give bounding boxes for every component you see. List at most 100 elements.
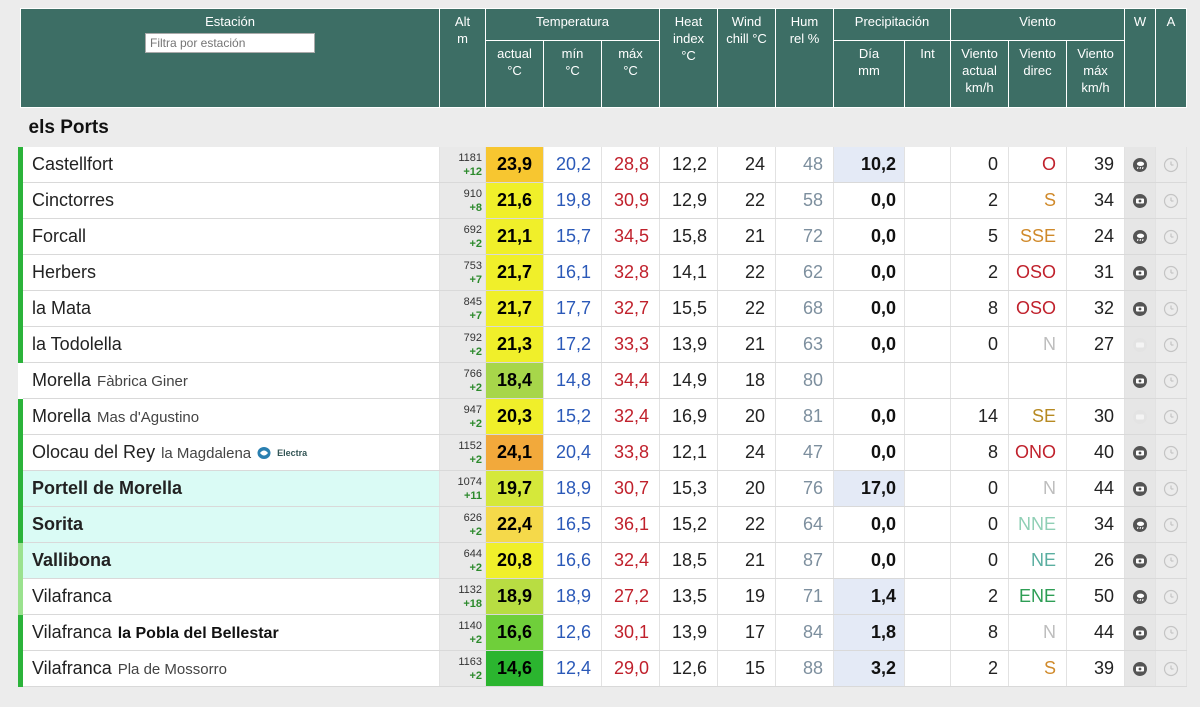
station-name[interactable]: Morella [32,370,91,390]
station-row[interactable]: Sorita 626 +2 22,4 16,5 36,1 15,2 22 64 0,0 0 NNE 34 [18,506,1188,543]
station-row[interactable]: Olocau del Rey la Magdalena Electra 1152 +2 2… [18,434,1188,471]
clock-icon[interactable] [1163,658,1179,678]
station-row[interactable]: Vilafranca la Pobla del Bellestar 1140 +2 16… [18,614,1188,651]
station-row[interactable]: Castellfort 1181 +12 23,9 20,2 28,8 12,2 24 48 10… [18,147,1188,183]
station-name-cell[interactable]: Forcall [18,218,440,255]
station-name-cell[interactable]: Herbers [18,254,440,291]
clock-icon[interactable] [1163,334,1179,354]
webcam-icon[interactable] [1132,658,1148,678]
webcam-cell[interactable] [1124,614,1157,651]
clock-icon[interactable] [1163,622,1179,642]
history-cell[interactable] [1155,614,1188,651]
webcam-cell[interactable] [1124,326,1157,363]
webcam-cell[interactable] [1124,254,1157,291]
station-name[interactable]: Vallibona [32,550,111,570]
station-name[interactable]: Morella [32,406,91,426]
webcam-cell[interactable] [1124,650,1157,687]
clock-icon[interactable] [1163,370,1179,390]
col-wind-chill[interactable]: Wind chill °C [717,8,777,108]
webcam-icon[interactable] [1132,262,1148,282]
station-name[interactable]: Castellfort [32,154,113,174]
station-row[interactable]: Morella Fàbrica Giner 766 +2 18,4 14,8 34,4 14,… [18,362,1188,399]
history-cell[interactable] [1155,506,1188,543]
webcam-cell[interactable] [1124,290,1157,327]
col-heat-index[interactable]: Heat index °C [659,8,719,108]
station-name-cell[interactable]: Portell de Morella [18,470,440,507]
clock-icon[interactable] [1163,586,1179,606]
webcam-cell[interactable] [1124,362,1157,399]
col-t-min[interactable]: mín °C [543,40,602,108]
webcam-cell[interactable] [1124,542,1157,579]
history-cell[interactable] [1155,398,1188,435]
station-name-cell[interactable]: la Todolella [18,326,440,363]
col-t-actual[interactable]: actual °C [485,40,544,108]
station-row[interactable]: Forcall 692 +2 21,1 15,7 34,5 15,8 21 72 0,0 5 SSE 2… [18,218,1188,255]
station-row[interactable]: Portell de Morella 1074 +11 19,7 18,9 30,7 15,… [18,470,1188,507]
station-name-cell[interactable]: Vilafranca la Pobla del Bellestar [18,614,440,651]
webcam-off-icon[interactable] [1132,334,1148,354]
col-p-dia[interactable]: Día mm [833,40,906,108]
clock-icon[interactable] [1163,262,1179,282]
station-row[interactable]: Vilafranca 1132 +18 18,9 18,9 27,2 13,5 19 71 1,4… [18,578,1188,615]
clock-icon[interactable] [1163,154,1179,174]
history-cell[interactable] [1155,542,1188,579]
history-cell[interactable] [1155,434,1188,471]
webcam-icon[interactable] [1132,442,1148,462]
clock-icon[interactable] [1163,442,1179,462]
station-name[interactable]: la Todolella [32,334,122,354]
history-cell[interactable] [1155,578,1188,615]
webcam-icon[interactable] [1132,370,1148,390]
rain-cloud-icon[interactable] [1132,586,1148,606]
station-row[interactable]: Vallibona 644 +2 20,8 16,6 32,4 18,5 21 87 0,0 0 NE… [18,542,1188,579]
station-name[interactable]: Vilafranca [32,622,112,642]
webcam-icon[interactable] [1132,478,1148,498]
clock-icon[interactable] [1163,226,1179,246]
col-alt[interactable]: Alt m [439,8,486,108]
history-cell[interactable] [1155,470,1188,507]
webcam-icon[interactable] [1132,190,1148,210]
station-name-cell[interactable]: Castellfort [18,147,440,183]
webcam-cell[interactable] [1124,506,1157,543]
station-row[interactable]: la Mata 845 +7 21,7 17,7 32,7 15,5 22 68 0,0 8 OSO 3… [18,290,1188,327]
station-name[interactable]: Cinctorres [32,190,114,210]
webcam-cell[interactable] [1124,578,1157,615]
station-row[interactable]: Vilafranca Pla de Mossorro 1163 +2 14,6 12,4 2… [18,650,1188,687]
station-name-cell[interactable]: Vallibona [18,542,440,579]
webcam-icon[interactable] [1132,550,1148,570]
station-filter-input[interactable] [145,33,315,53]
rain-cloud-icon[interactable] [1132,514,1148,534]
webcam-cell[interactable] [1124,182,1157,219]
station-name-cell[interactable]: Morella Mas d'Agustino [18,398,440,435]
webcam-icon[interactable] [1132,298,1148,318]
col-hum-rel[interactable]: Hum rel % [775,8,835,108]
station-name[interactable]: Portell de Morella [32,478,182,498]
col-t-max[interactable]: máx °C [600,40,661,108]
history-cell[interactable] [1155,362,1188,399]
history-cell[interactable] [1155,254,1188,291]
col-a[interactable]: A [1155,8,1188,108]
station-name-cell[interactable]: Morella Fàbrica Giner [18,362,440,399]
rain-cloud-icon[interactable] [1132,226,1148,246]
history-cell[interactable] [1155,650,1188,687]
station-name-cell[interactable]: Vilafranca Pla de Mossorro [18,650,440,687]
col-v-max[interactable]: Viento máx km/h [1066,40,1126,108]
station-name[interactable]: Vilafranca [32,658,112,678]
history-cell[interactable] [1155,182,1188,219]
history-cell[interactable] [1155,326,1188,363]
history-cell[interactable] [1155,290,1188,327]
clock-icon[interactable] [1163,406,1179,426]
col-v-actual[interactable]: Viento actual km/h [950,40,1010,108]
col-w[interactable]: W [1124,8,1157,108]
clock-icon[interactable] [1163,298,1179,318]
col-v-direc[interactable]: Viento direc [1008,40,1068,108]
webcam-icon[interactable] [1132,622,1148,642]
station-name[interactable]: Vilafranca [32,586,112,606]
history-cell[interactable] [1155,218,1188,255]
station-name[interactable]: Forcall [32,226,86,246]
webcam-cell[interactable] [1124,147,1157,183]
station-name[interactable]: Olocau del Rey [32,442,155,462]
station-name-cell[interactable]: Vilafranca [18,578,440,615]
station-row[interactable]: Cinctorres 910 +8 21,6 19,8 30,9 12,9 22 58 0,0 2 S… [18,182,1188,219]
clock-icon[interactable] [1163,550,1179,570]
station-name[interactable]: la Mata [32,298,91,318]
